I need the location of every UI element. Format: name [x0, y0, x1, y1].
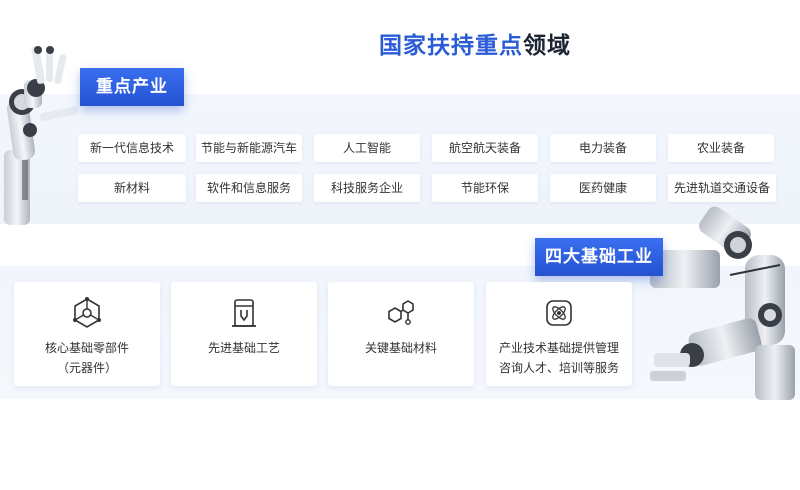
- card-key-materials-text: 关键基础材料: [328, 338, 474, 358]
- tag-new-materials[interactable]: 新材料: [78, 174, 186, 202]
- tag-power-equipment[interactable]: 电力装备: [550, 134, 656, 162]
- card-core-components-text: 核心基础零部件 （元器件）: [14, 338, 160, 378]
- tag-agricultural-equipment[interactable]: 农业装备: [668, 134, 774, 162]
- tag-energy-saving[interactable]: 节能环保: [432, 174, 538, 202]
- tag-tech-services[interactable]: 科技服务企业: [314, 174, 420, 202]
- foundation-industries-badge: 四大基础工业: [535, 238, 663, 276]
- card-key-materials[interactable]: 关键基础材料: [328, 282, 474, 386]
- robot-arm-right-illustration: [650, 206, 795, 400]
- tag-next-gen-it[interactable]: 新一代信息技术: [78, 134, 186, 162]
- card-line1: 关键基础材料: [364, 341, 437, 355]
- tag-aerospace[interactable]: 航空航天装备: [432, 134, 538, 162]
- tag-rail-transit[interactable]: 先进轨道交通设备: [668, 174, 776, 202]
- card-core-components[interactable]: 核心基础零部件 （元器件）: [14, 282, 160, 386]
- network-hub-icon: [73, 297, 101, 328]
- tag-software-services[interactable]: 软件和信息服务: [196, 174, 302, 202]
- title-rest: 领域: [523, 33, 571, 59]
- card-tech-foundation-services[interactable]: 产业技术基础提供管理 咨询人才、培训等服务: [486, 282, 632, 386]
- card-line1: 先进基础工艺: [207, 341, 280, 355]
- card-advanced-processes-text: 先进基础工艺: [171, 338, 317, 358]
- tag-artificial-intelligence[interactable]: 人工智能: [314, 134, 420, 162]
- card-line2: 咨询人才、培训等服务: [498, 361, 619, 375]
- key-industries-badge: 重点产业: [80, 68, 184, 106]
- molecule-icon: [388, 300, 414, 325]
- atom-gear-icon: [546, 300, 572, 326]
- card-line2: （元器件）: [56, 361, 117, 375]
- machine-tool-icon: [232, 299, 256, 327]
- tag-medical-health[interactable]: 医药健康: [550, 174, 656, 202]
- robot-arm-left-illustration: [4, 46, 78, 225]
- card-line1: 产业技术基础提供管理: [498, 341, 619, 355]
- card-advanced-processes[interactable]: 先进基础工艺: [171, 282, 317, 386]
- card-line1: 核心基础零部件: [44, 341, 129, 355]
- card-tech-foundation-services-text: 产业技术基础提供管理 咨询人才、培训等服务: [486, 338, 632, 378]
- title-highlight: 国家扶持重点: [379, 33, 523, 59]
- tag-new-energy-vehicles[interactable]: 节能与新能源汽车: [196, 134, 302, 162]
- page-title: 国家扶持重点领域: [0, 26, 800, 60]
